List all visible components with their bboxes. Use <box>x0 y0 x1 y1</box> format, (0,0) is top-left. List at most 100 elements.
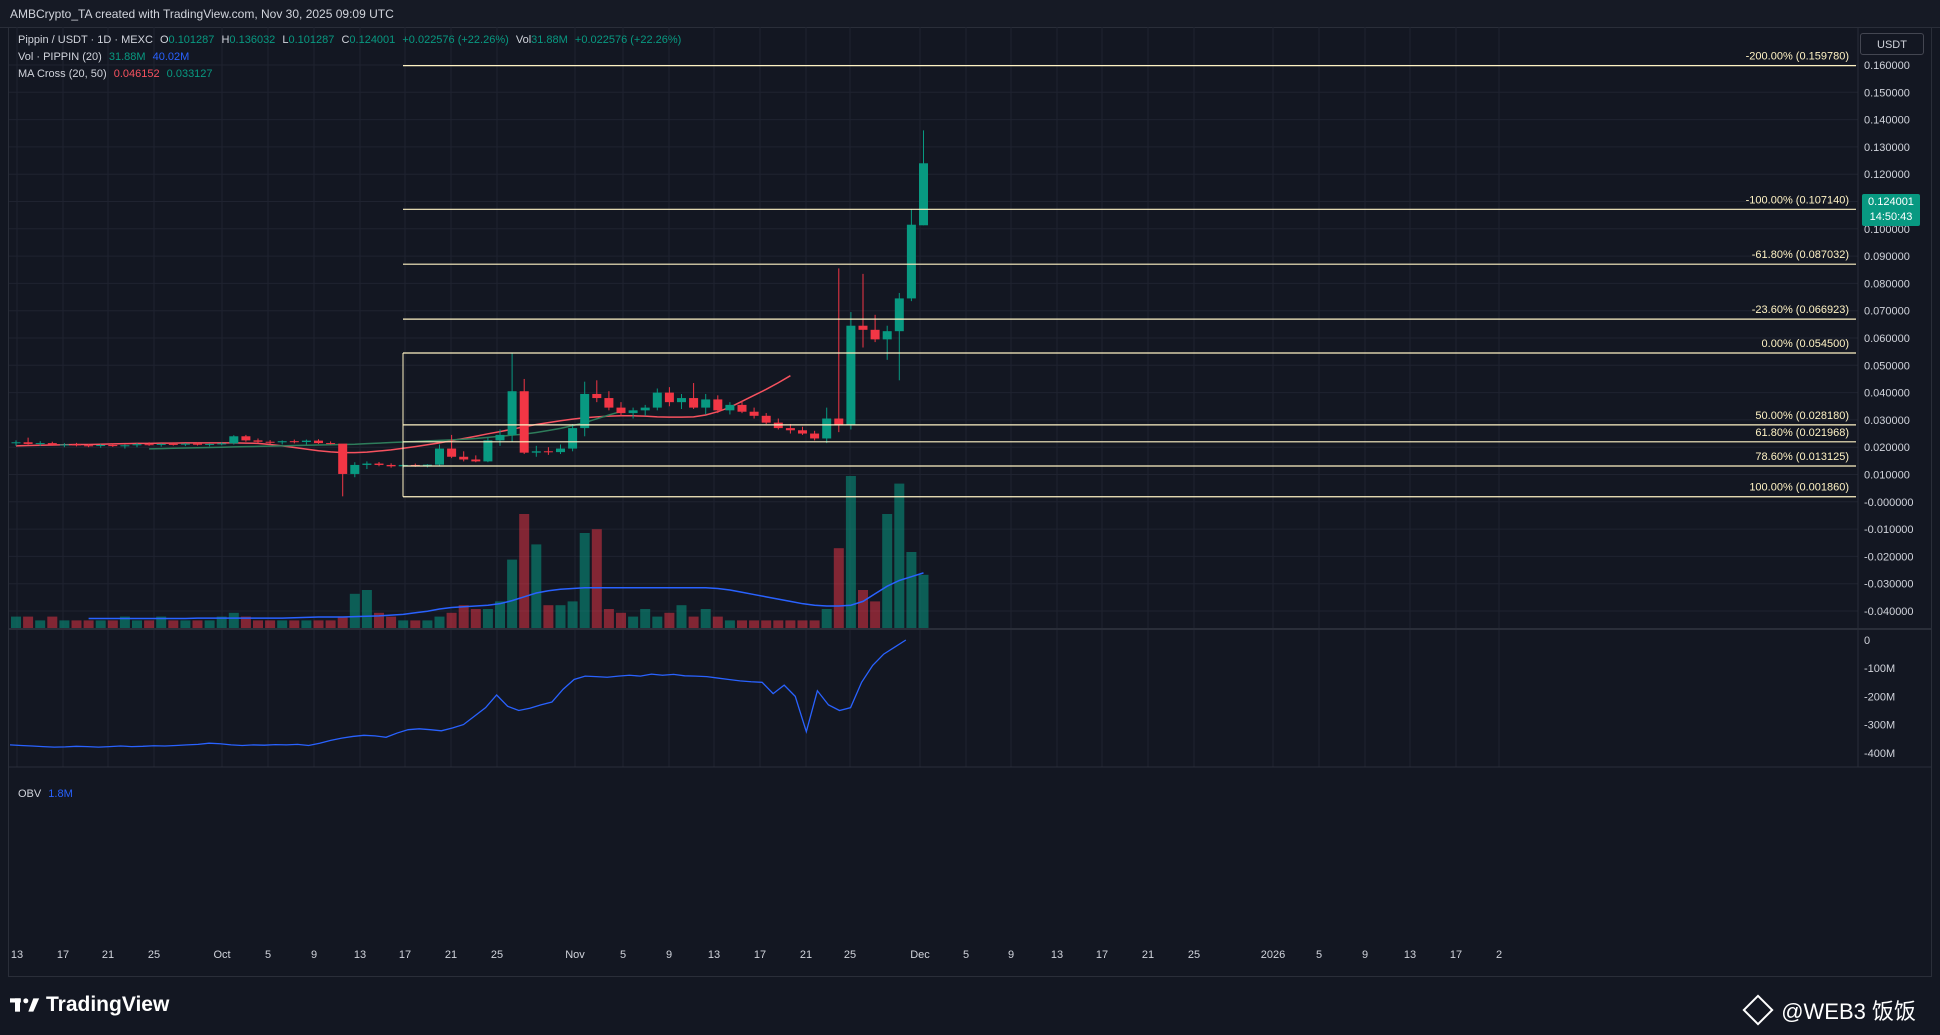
watermark-text: @WEB3 饭饭 <box>1781 999 1916 1024</box>
time-axis-label: 9 <box>666 949 672 961</box>
volume-bar <box>918 574 929 628</box>
volume-bar <box>422 620 433 628</box>
obv-value: 1.8M <box>48 788 73 800</box>
volume-bar <box>603 609 614 628</box>
candle-body <box>241 436 251 441</box>
candle-body <box>592 393 602 399</box>
ma-cross-name: MA Cross (20, 50) <box>18 68 107 80</box>
volume-bar <box>35 620 46 628</box>
chart-canvas[interactable]: -200.00% (0.159780) -100.00% (0.107140) -6… <box>0 27 1940 978</box>
candle-body <box>435 448 444 465</box>
obv-axis-label: -400M <box>1864 748 1895 760</box>
volume-bar <box>349 593 360 628</box>
time-axis-label: 17 <box>1096 949 1108 961</box>
time-axis-label: Oct <box>213 949 230 961</box>
volume-bar <box>410 620 421 628</box>
volume-bar <box>507 559 518 628</box>
price-axis-label: 0.150000 <box>1864 87 1910 99</box>
tradingview-logo[interactable]: TradingView <box>10 993 169 1017</box>
volume-legend: Vol · PIPPIN (20) 31.88M 40.02M <box>18 51 193 63</box>
price-axis-label: 0.060000 <box>1864 333 1910 345</box>
price-axis-label: 0.160000 <box>1864 60 1910 72</box>
currency-selector[interactable]: USDT <box>1860 33 1924 55</box>
volume-bar <box>870 601 881 628</box>
fib-level-label: -61.80% (0.087032) <box>1752 249 1849 261</box>
time-axis-label: 13 <box>708 949 720 961</box>
price-axis-label: 0.030000 <box>1864 415 1910 427</box>
volume-bar <box>906 552 917 628</box>
candle-body <box>23 442 33 444</box>
ma-fast-value: 0.046152 <box>113 68 160 80</box>
attribution-text: AMBCrypto_TA created with TradingView.co… <box>10 7 394 21</box>
vol-change: +0.022576 (+22.26%) <box>574 34 682 46</box>
candle-body <box>846 325 856 426</box>
candle-body <box>858 325 868 330</box>
obv-axis-label: -300M <box>1864 720 1895 732</box>
symbol-legend: Pippin / USDT · 1D · MEXC O0.101287 H0.1… <box>18 34 685 46</box>
price-axis-label: -0.010000 <box>1864 524 1914 536</box>
volume-bar <box>761 620 772 628</box>
volume-bar <box>833 548 844 628</box>
price-axis-label: 0.080000 <box>1864 278 1910 290</box>
volume-bar <box>289 620 300 628</box>
fib-level-label: 0.00% (0.054500) <box>1762 338 1849 350</box>
time-axis-label: 5 <box>963 949 969 961</box>
volume-bar <box>253 620 263 628</box>
volume-bar <box>398 620 409 628</box>
candle-body <box>459 456 469 460</box>
candle-body <box>689 398 699 408</box>
volume-bar <box>228 612 239 628</box>
close-value: 0.124001 <box>349 34 396 46</box>
candle-body <box>205 443 215 445</box>
vol-value: 31.88M <box>531 34 568 46</box>
volume-bar <box>59 620 70 628</box>
candle-body <box>725 404 735 411</box>
candle-body <box>59 444 69 446</box>
candle-body <box>144 444 154 446</box>
fib-level-label: 78.60% (0.013125) <box>1755 451 1849 463</box>
candle-body <box>531 451 541 453</box>
high-value: 0.136032 <box>229 34 276 46</box>
candle-body <box>628 410 638 414</box>
candle-body <box>120 445 130 447</box>
volume-bar <box>95 620 106 628</box>
candle-body <box>664 392 674 403</box>
open-value: 0.101287 <box>168 34 215 46</box>
volume-bar <box>531 544 542 628</box>
candle-body <box>580 393 590 429</box>
time-axis-label: 13 <box>354 949 366 961</box>
volume-indicator-value: 31.88M <box>108 51 146 63</box>
time-axis-label: 21 <box>1142 949 1154 961</box>
volume-indicator-name: Vol · PIPPIN (20) <box>18 51 102 63</box>
candle-body <box>84 445 94 447</box>
fib-level-label: -23.60% (0.066923) <box>1752 304 1849 316</box>
time-axis-label: 17 <box>399 949 411 961</box>
volume-bar <box>700 609 711 628</box>
volume-bar <box>749 620 760 628</box>
candle-body <box>386 464 396 467</box>
candle-body <box>35 443 45 445</box>
candle-body <box>810 433 820 439</box>
volume-bar <box>664 612 675 628</box>
volume-bar <box>168 620 179 628</box>
candle-body <box>156 443 166 445</box>
candle-body <box>277 441 287 443</box>
obv-label: OBV <box>18 788 42 800</box>
candle-body <box>253 440 263 442</box>
tradingview-brand: TradingView <box>46 993 170 1016</box>
time-axis-label: 21 <box>800 949 812 961</box>
candle-body <box>108 445 118 447</box>
time-axis-label: 25 <box>1188 949 1200 961</box>
volume-bar <box>882 514 893 628</box>
price-axis-label: 0.020000 <box>1864 442 1910 454</box>
volume-bar <box>83 620 94 628</box>
volume-bar <box>640 609 651 628</box>
time-axis-label: 21 <box>445 949 457 961</box>
price-axis-label: -0.000000 <box>1864 497 1914 509</box>
time-axis-label: 17 <box>754 949 766 961</box>
volume-bar <box>132 620 142 628</box>
time-axis-label: 5 <box>620 949 626 961</box>
volume-bar <box>591 529 602 628</box>
candle-body <box>882 331 892 340</box>
time-axis-label: 25 <box>844 949 856 961</box>
